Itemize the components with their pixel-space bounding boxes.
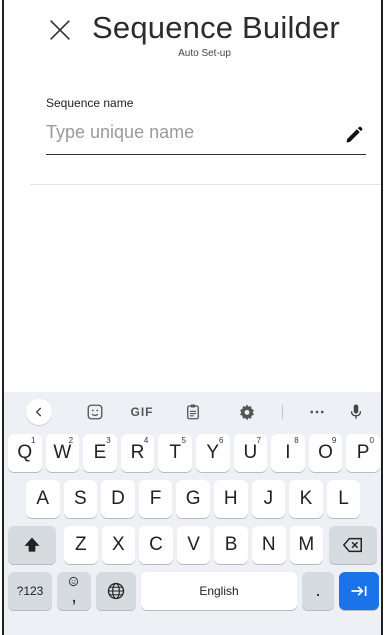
- more-icon[interactable]: [304, 400, 330, 424]
- key-t[interactable]: T5: [158, 434, 192, 472]
- sticker-icon[interactable]: [82, 400, 108, 424]
- key-l[interactable]: L: [326, 480, 361, 518]
- key-x[interactable]: X: [101, 526, 136, 564]
- key-label: E: [93, 442, 107, 463]
- comma-label: ,: [71, 586, 77, 607]
- key-hint: 7: [256, 436, 262, 445]
- key-e[interactable]: E3: [83, 434, 117, 472]
- backspace-key[interactable]: [329, 526, 377, 564]
- sequence-name-label: Sequence name: [46, 96, 134, 110]
- clipboard-icon[interactable]: [180, 400, 206, 424]
- key-hint: 5: [181, 436, 186, 445]
- shift-key[interactable]: [8, 526, 56, 564]
- on-screen-keyboard: GIF Q1W2E3R4T5Y6U7I8O9P0 ASDFGHJKL Z X C…: [4, 392, 381, 635]
- key-hint: 9: [331, 436, 337, 445]
- key-hint: 3: [106, 436, 111, 445]
- globe-icon: [107, 582, 125, 600]
- key-k[interactable]: K: [289, 480, 323, 518]
- sequence-name-input[interactable]: [46, 118, 326, 147]
- gif-label: GIF: [130, 405, 154, 419]
- shift-icon: [24, 537, 40, 552]
- toolbar-separator: [282, 405, 283, 419]
- emoji-comma-key[interactable]: ,: [57, 572, 91, 610]
- key-i[interactable]: I8: [271, 434, 305, 472]
- key-hint: 6: [219, 436, 224, 445]
- symbols-key[interactable]: ?123: [8, 572, 52, 610]
- key-label: R: [130, 442, 145, 463]
- key-s[interactable]: S: [63, 480, 98, 518]
- key-hint: 0: [369, 436, 374, 445]
- key-hint: 1: [31, 436, 36, 445]
- key-f[interactable]: F: [138, 480, 173, 518]
- key-p[interactable]: P0: [346, 434, 380, 472]
- gear-icon[interactable]: [234, 400, 260, 424]
- pencil-icon[interactable]: [344, 125, 364, 145]
- key-hint: 2: [68, 436, 74, 445]
- key-label: Q: [17, 442, 33, 463]
- key-d[interactable]: D: [101, 480, 135, 518]
- close-button[interactable]: [46, 16, 78, 48]
- key-z[interactable]: Z: [64, 526, 98, 564]
- keyboard-row-4: ?123 , English .: [4, 572, 381, 612]
- key-r[interactable]: R4: [120, 434, 155, 472]
- gif-button[interactable]: GIF: [122, 400, 162, 424]
- app-frame: Sequence Builder Auto Set-up Sequence na…: [2, 0, 383, 635]
- key-c[interactable]: C: [139, 526, 173, 564]
- key-y[interactable]: Y6: [196, 434, 230, 472]
- key-v[interactable]: V: [176, 526, 211, 564]
- key-label: O: [318, 442, 333, 463]
- divider: [30, 184, 381, 185]
- key-b[interactable]: B: [214, 526, 248, 564]
- key-label: Y: [206, 442, 220, 463]
- keyboard-toolbar: GIF: [4, 392, 381, 432]
- space-key[interactable]: English: [141, 572, 297, 610]
- key-o[interactable]: O9: [308, 434, 343, 472]
- key-q[interactable]: Q1: [8, 434, 42, 472]
- key-a[interactable]: A: [26, 480, 60, 518]
- keyboard-row-2: ASDFGHJKL: [4, 480, 381, 520]
- key-label: T: [169, 442, 181, 463]
- key-label: W: [53, 442, 72, 463]
- close-icon: [50, 20, 70, 40]
- keyboard-row-3: ZXCVBNM: [4, 526, 381, 566]
- period-key[interactable]: .: [302, 572, 334, 610]
- key-u[interactable]: U7: [233, 434, 268, 472]
- backspace-icon: [342, 537, 362, 553]
- page-subtitle: Auto Set-up: [178, 48, 231, 59]
- sequence-name-field: [46, 118, 366, 155]
- key-n[interactable]: N: [252, 526, 286, 564]
- key-label: P: [356, 442, 370, 463]
- key-w[interactable]: W2: [45, 434, 80, 472]
- microphone-icon[interactable]: [344, 400, 368, 424]
- key-h[interactable]: H: [214, 480, 248, 518]
- key-label: U: [243, 442, 258, 463]
- key-hint: 4: [143, 436, 149, 445]
- arrow-right-icon: [351, 586, 367, 596]
- key-hint: 8: [294, 436, 299, 445]
- key-label: I: [285, 442, 291, 463]
- next-key[interactable]: [339, 572, 379, 610]
- chevron-left-icon[interactable]: [26, 399, 52, 425]
- page-title: Sequence Builder: [92, 10, 340, 45]
- keyboard-row-1: Q1W2E3R4T5Y6U7I8O9P0: [4, 434, 381, 474]
- key-g[interactable]: G: [176, 480, 210, 518]
- key-j[interactable]: J: [251, 480, 286, 518]
- language-key[interactable]: [96, 572, 136, 610]
- key-m[interactable]: M: [289, 526, 324, 564]
